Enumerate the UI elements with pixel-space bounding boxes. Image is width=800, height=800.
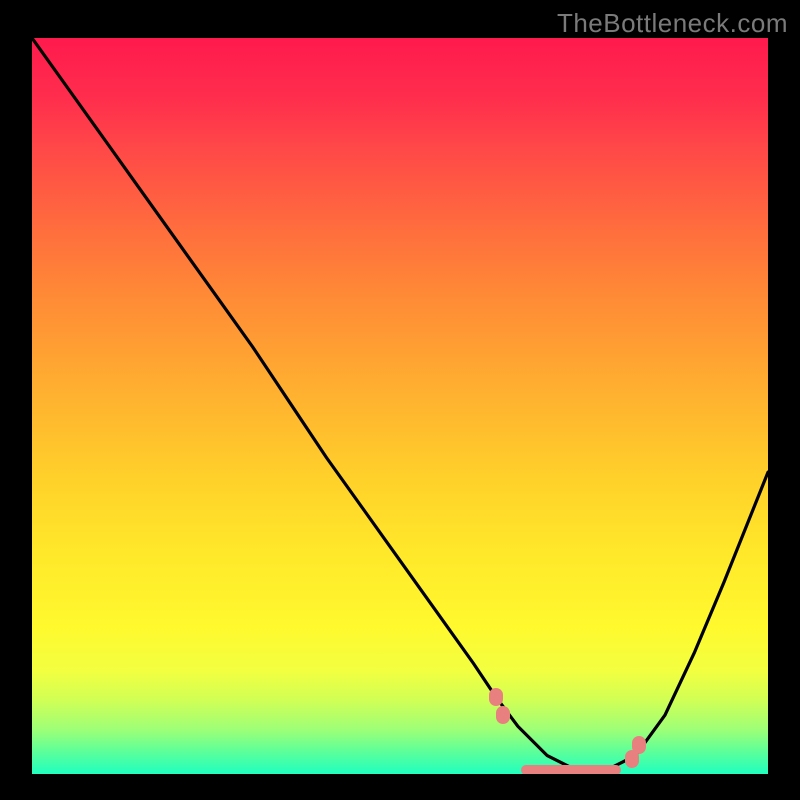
chart-frame: TheBottleneck.com [0,0,800,800]
plot-area [32,38,768,774]
curve-marker [632,736,646,754]
flat-region-marker [521,765,620,774]
curve-marker [489,688,503,706]
curve-marker [496,706,510,724]
bottleneck-curve [32,38,768,770]
watermark-text: TheBottleneck.com [557,8,788,39]
curve-svg [32,38,768,774]
